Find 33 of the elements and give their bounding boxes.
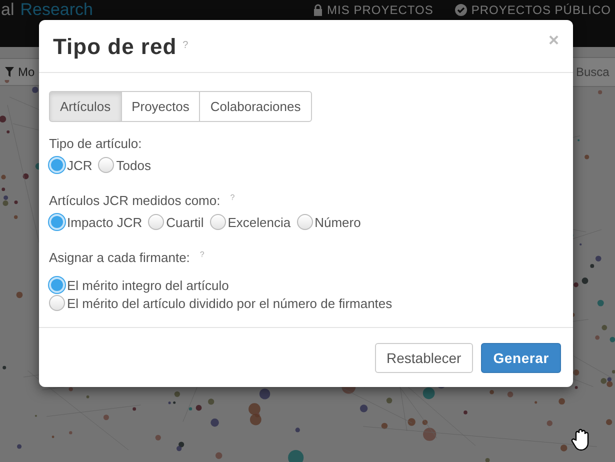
filter-button[interactable]: Mo <box>0 58 42 86</box>
radio-button[interactable] <box>49 157 65 173</box>
field-label: Artículos JCR medidos como: <box>49 193 220 208</box>
radio-button[interactable] <box>49 214 65 230</box>
tab[interactable]: Colaboraciones <box>199 91 312 122</box>
radio-label[interactable]: Número <box>314 214 361 230</box>
radio-label[interactable]: Impacto JCR <box>67 214 142 230</box>
brand-text: Research <box>20 1 93 19</box>
radio-label[interactable]: Excelencia <box>228 214 291 230</box>
dialog-title: Tipo de red <box>53 34 177 60</box>
radio-label[interactable]: Todos <box>116 158 151 172</box>
radio-label[interactable]: El mérito integro del artículo <box>67 278 229 292</box>
tab[interactable]: Artículos <box>49 91 122 122</box>
brand-text: al <box>1 1 14 19</box>
radio-button[interactable] <box>296 214 313 230</box>
radio-button[interactable] <box>49 295 65 311</box>
nav-link[interactable]: MIS PROYECTOS <box>313 3 434 17</box>
radio-button[interactable] <box>210 214 226 230</box>
tab[interactable]: Proyectos <box>120 91 200 122</box>
radio-label[interactable]: JCR <box>67 158 92 172</box>
radio-button[interactable] <box>49 277 65 293</box>
generate-button[interactable]: Generar <box>481 343 561 373</box>
field-label: Tipo de artículo: <box>49 136 142 151</box>
check-circle-icon <box>455 4 468 16</box>
radio-label[interactable]: Cuartil <box>166 214 204 230</box>
radio-label[interactable]: El mérito del artículo dividido por el número de firmantes <box>67 296 392 310</box>
radio-button[interactable] <box>148 214 164 230</box>
nav-link[interactable]: PROYECTOS PÚBLICO <box>455 3 611 17</box>
reset-button[interactable]: Restablecer <box>374 343 474 373</box>
lock-icon <box>313 4 324 16</box>
filter-icon <box>5 67 14 77</box>
radio-button[interactable] <box>98 157 114 173</box>
field-label: Asignar a cada firmante: <box>49 250 190 265</box>
